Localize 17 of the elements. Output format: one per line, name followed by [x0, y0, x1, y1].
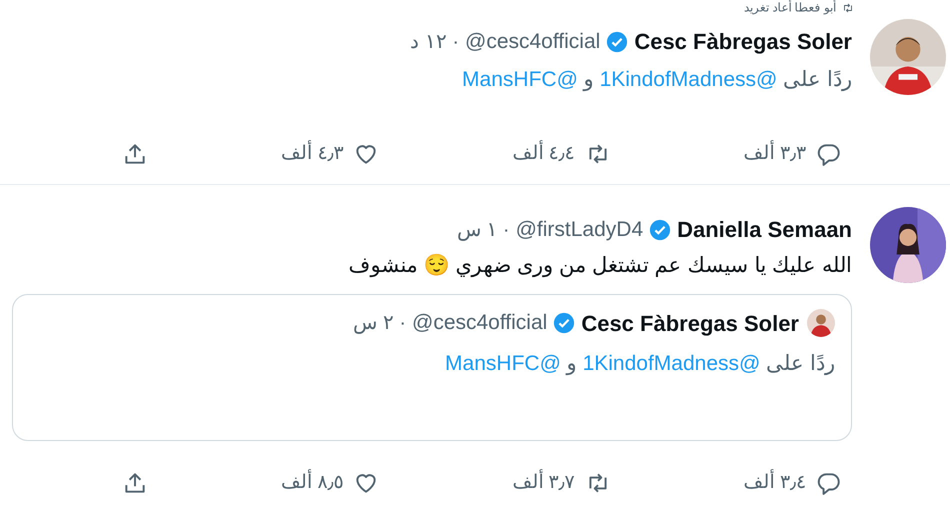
retweet-button[interactable]: ٤٫٤ ألف: [410, 140, 611, 168]
reply-button[interactable]: ٣٫٣ ألف: [642, 140, 842, 168]
like-button[interactable]: ٤٫٣ ألف: [179, 140, 380, 168]
author-handle[interactable]: @cesc4official: [465, 26, 600, 58]
tweet-time[interactable]: · ١٢ د: [410, 26, 459, 56]
tweet-time[interactable]: · ١ س: [456, 214, 510, 244]
like-button[interactable]: ٨٫٥ ألف: [179, 468, 380, 497]
reply-button[interactable]: ٣٫٤ ألف: [642, 468, 842, 497]
tweet-text: الله عليك يا سيسك عم تشتغل من ورى ضهري 😌 منشوف: [348, 253, 852, 280]
tweet-time[interactable]: · ٢ س: [353, 308, 406, 338]
author-handle[interactable]: @firstLadyD4: [516, 214, 644, 246]
author-name[interactable]: Cesc Fàbregas Soler: [581, 306, 799, 340]
author-name[interactable]: Daniella Semaan: [677, 213, 852, 246]
author-name[interactable]: Cesc Fàbregas Soler: [634, 25, 852, 58]
retweet-icon: [842, 2, 854, 14]
retweet-button[interactable]: ٣٫٧ ألف: [410, 468, 611, 497]
author-handle[interactable]: @cesc4official: [412, 307, 548, 339]
